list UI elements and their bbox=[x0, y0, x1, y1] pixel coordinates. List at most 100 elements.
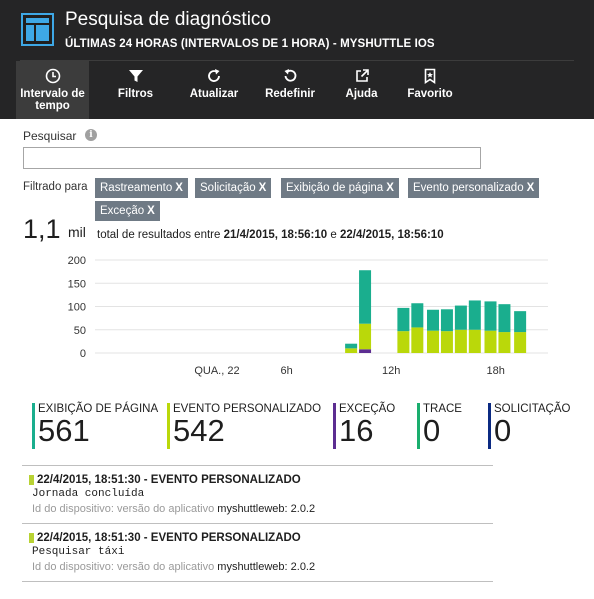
filter-chip-custom-event[interactable]: Evento personalizado X bbox=[408, 178, 540, 198]
total-unit: mil bbox=[68, 224, 86, 240]
filter-chip-exception[interactable]: Exceção X bbox=[95, 201, 160, 221]
results-divider bbox=[22, 523, 493, 524]
chart-bar-custom bbox=[498, 332, 511, 353]
y-tick-label: 50 bbox=[74, 325, 86, 337]
chart-bar-page bbox=[397, 307, 410, 332]
chart-bar-page bbox=[359, 270, 372, 324]
stat-value: 0 bbox=[494, 413, 512, 448]
chart-bar-exception bbox=[359, 349, 372, 353]
y-tick-label: 200 bbox=[68, 255, 86, 267]
stat-color-bar bbox=[167, 403, 170, 449]
event-type-marker bbox=[29, 533, 34, 543]
refresh-button[interactable]: Atualizar bbox=[183, 61, 245, 119]
stat-value: 0 bbox=[423, 413, 441, 448]
stat-trace[interactable]: TRACE 0 bbox=[417, 403, 462, 449]
blade-header: Pesquisa de diagnóstico ÚLTIMAS 24 HORAS… bbox=[0, 0, 594, 119]
result-item[interactable]: 22/4/2015, 18:51:30 - EVENTO PERSONALIZA… bbox=[29, 532, 492, 573]
page-title: Pesquisa de diagnóstico bbox=[65, 9, 271, 30]
result-title: 22/4/2015, 18:51:30 - EVENTO PERSONALIZA… bbox=[37, 474, 301, 486]
result-message: Pesquisar táxi bbox=[32, 546, 125, 558]
time-range-label: Intervalo de tempo bbox=[20, 88, 85, 112]
time-range-button[interactable]: Intervalo de tempo bbox=[16, 61, 89, 119]
stat-color-bar bbox=[32, 403, 35, 449]
filters-label: Filtros bbox=[117, 88, 154, 100]
chart-bar-page bbox=[484, 301, 497, 331]
x-tick-label: QUA., 22 bbox=[194, 365, 239, 377]
results-chart-svg: 200 150 100 50 0 QUA., 22 6h 12h 18h bbox=[68, 255, 548, 377]
stat-page-view[interactable]: EXIBIÇÃO DE PÁGINA 561 bbox=[32, 403, 158, 449]
chart-bar-page bbox=[411, 303, 424, 328]
chart-bar-page bbox=[345, 343, 358, 349]
chart-bar-page bbox=[514, 311, 527, 333]
stat-value: 542 bbox=[173, 413, 225, 448]
remove-filter-icon[interactable]: X bbox=[147, 205, 155, 217]
remove-filter-icon[interactable]: X bbox=[175, 182, 183, 194]
total-count: 1,1 bbox=[23, 214, 61, 244]
stat-value: 561 bbox=[38, 413, 90, 448]
stat-request[interactable]: SOLICITAÇÃO 0 bbox=[488, 403, 570, 449]
total-description: total de resultados entre 21/4/2015, 18:… bbox=[97, 229, 444, 241]
chart-bar-page bbox=[498, 304, 511, 333]
remove-filter-icon[interactable]: X bbox=[386, 182, 394, 194]
stat-custom-event[interactable]: EVENTO PERSONALIZADO 542 bbox=[167, 403, 321, 449]
search-input[interactable] bbox=[23, 147, 481, 169]
result-meta: Id do dispositivo: versão do aplicativo … bbox=[32, 561, 316, 573]
stat-color-bar bbox=[488, 403, 491, 449]
undo-icon bbox=[284, 69, 297, 82]
event-type-marker bbox=[29, 475, 34, 485]
stat-exception[interactable]: EXCEÇÃO 16 bbox=[333, 403, 395, 449]
bookmark-icon bbox=[424, 68, 436, 84]
favorite-button[interactable]: Favorito bbox=[404, 61, 456, 119]
x-tick-label: 18h bbox=[487, 365, 505, 377]
search-label: Pesquisar bbox=[23, 129, 77, 143]
filter-chip-page-view[interactable]: Exibição de página X bbox=[281, 178, 399, 198]
filter-label: Filtrado para bbox=[23, 181, 88, 193]
y-tick-label: 150 bbox=[68, 278, 86, 290]
chart-bar-custom bbox=[345, 348, 358, 353]
result-title: 22/4/2015, 18:51:30 - EVENTO PERSONALIZA… bbox=[37, 532, 301, 544]
chart-bar-page bbox=[427, 309, 440, 331]
chart-bar-custom bbox=[484, 330, 497, 353]
result-item[interactable]: 22/4/2015, 18:51:30 - EVENTO PERSONALIZA… bbox=[29, 474, 492, 515]
result-meta: Id do dispositivo: versão do aplicativo … bbox=[32, 503, 316, 515]
remove-filter-icon[interactable]: X bbox=[259, 182, 267, 194]
filters-button[interactable]: Filtros bbox=[107, 61, 164, 119]
chart-bar-custom bbox=[359, 323, 372, 350]
stat-color-bar bbox=[333, 403, 336, 449]
results-divider bbox=[22, 465, 493, 466]
page-subtitle: ÚLTIMAS 24 HORAS (INTERVALOS DE 1 HORA) … bbox=[65, 38, 435, 50]
stat-color-bar bbox=[417, 403, 420, 449]
info-icon[interactable]: i bbox=[85, 129, 97, 141]
reset-label: Redefinir bbox=[265, 88, 315, 100]
chart-bar-custom bbox=[454, 329, 467, 353]
chart-bar-custom bbox=[411, 327, 424, 353]
clock-icon bbox=[45, 68, 60, 84]
chart-bar-page bbox=[454, 305, 467, 330]
stat-value: 16 bbox=[339, 413, 374, 448]
refresh-icon bbox=[208, 69, 220, 82]
external-link-icon bbox=[355, 69, 369, 82]
result-message: Jornada concluída bbox=[32, 488, 145, 500]
chart-bar-page bbox=[440, 309, 453, 332]
help-label: Ajuda bbox=[345, 88, 378, 100]
remove-filter-icon[interactable]: X bbox=[527, 182, 535, 194]
favorite-label: Favorito bbox=[407, 88, 453, 100]
filter-chip-trace[interactable]: Rastreamento X bbox=[95, 178, 188, 198]
reset-button[interactable]: Redefinir bbox=[260, 61, 320, 119]
filter-icon bbox=[128, 70, 143, 82]
chart-bar-custom bbox=[397, 331, 410, 353]
x-tick-label: 12h bbox=[382, 365, 400, 377]
refresh-label: Atualizar bbox=[189, 88, 239, 100]
results-chart[interactable]: 200 150 100 50 0 QUA., 22 6h 12h 18h bbox=[0, 248, 594, 383]
chart-bar-page bbox=[468, 300, 481, 330]
chart-bar-custom bbox=[514, 332, 527, 353]
chart-bar-custom bbox=[427, 330, 440, 353]
help-button[interactable]: Ajuda bbox=[337, 61, 386, 119]
blade-icon bbox=[21, 13, 54, 46]
y-tick-label: 100 bbox=[68, 302, 86, 314]
y-tick-label: 0 bbox=[80, 348, 86, 360]
filter-chip-request[interactable]: Solicitação X bbox=[195, 178, 272, 198]
results-divider bbox=[22, 581, 493, 582]
x-tick-label: 6h bbox=[281, 365, 293, 377]
chart-bar-custom bbox=[440, 331, 453, 353]
